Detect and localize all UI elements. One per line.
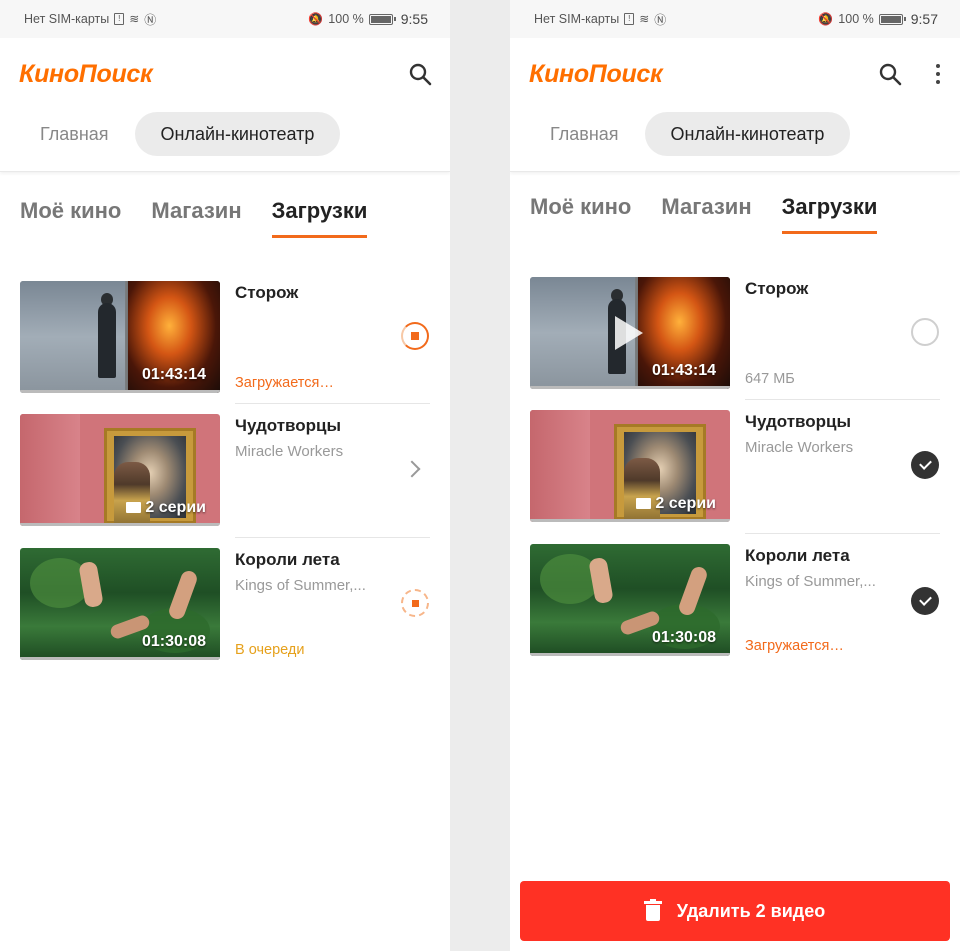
item-title: Сторож [235,283,299,302]
battery-percent: 100 % [328,12,364,26]
main-nav: Главная Онлайн-кинотеатр [20,112,341,156]
item-status: Загружается… [235,375,334,391]
select-checkbox[interactable] [910,586,940,616]
checked-circle-icon [911,587,939,615]
nav-online-cinema[interactable]: Онлайн-кинотеатр [644,112,851,156]
tab-store[interactable]: Магазин [661,194,751,234]
open-series-button[interactable] [400,454,430,484]
item-title: Чудотворцы [745,412,852,431]
item-status: В очереди [235,642,305,658]
tab-my-movies[interactable]: Моё кино [20,198,121,238]
section-tabs: Моё кино Магазин Загрузки [530,194,877,234]
search-icon [409,63,432,86]
trash-icon [643,899,662,921]
divider [235,403,430,404]
app-header: КиноПоиск Главная Онлайн-кинотеатр [0,38,450,172]
battery-icon [368,13,396,25]
duration-label: 01:43:14 [141,366,206,383]
delete-videos-button[interactable]: Удалить 2 видео [520,881,950,941]
divider [745,533,940,534]
app-logo[interactable]: КиноПоиск [529,60,663,89]
episodes-label: 2 серии [636,495,716,513]
item-title: Короли лета [745,546,850,565]
main-nav: Главная Онлайн-кинотеатр [530,112,851,156]
status-bar: Нет SIM-карты ! ≋ Ⓝ 🔕 100 % 9:57 [510,0,960,38]
download-progress-button[interactable] [400,321,430,351]
tab-downloads[interactable]: Загрузки [271,198,367,238]
wifi-icon: ≋ [129,12,140,26]
thumbnail[interactable]: 01:30:08 [20,548,220,660]
tab-my-movies[interactable]: Моё кино [530,194,631,234]
app-logo[interactable]: КиноПоиск [19,60,153,89]
mute-icon: 🔕 [308,12,324,26]
select-checkbox[interactable] [910,317,940,347]
list-item[interactable]: 01:30:08 Короли лета Kings of Summer,...… [530,544,940,656]
status-bar: Нет SIM-карты ! ≋ Ⓝ 🔕 100 % 9:55 [0,0,450,38]
battery-percent: 100 % [838,12,874,26]
carrier-label: Нет SIM-карты [534,12,620,26]
list-item[interactable]: 01:43:14 Сторож 647 МБ [530,277,940,389]
item-title: Короли лета [235,550,340,569]
folder-icon [126,502,142,513]
checked-circle-icon [911,451,939,479]
thumbnail[interactable]: 01:43:14 [20,281,220,393]
divider [745,399,940,400]
list-item[interactable]: 01:43:14 Сторож Загружается… [20,281,430,393]
sim-icon: ! [624,13,635,25]
nav-online-cinema[interactable]: Онлайн-кинотеатр [134,112,341,156]
tab-store[interactable]: Магазин [151,198,241,238]
duration-label: 01:30:08 [651,629,716,646]
list-item[interactable]: 01:30:08 Короли лета Kings of Summer,...… [20,548,430,660]
list-item[interactable]: 2 серии Чудотворцы Miracle Workers [530,410,940,522]
select-checkbox[interactable] [910,450,940,480]
carrier-label: Нет SIM-карты [24,12,110,26]
search-icon [879,63,902,86]
screen-downloads-select: Нет SIM-карты ! ≋ Ⓝ 🔕 100 % 9:57 КиноПои… [510,0,960,951]
nfc-icon: Ⓝ [144,12,157,27]
item-status: Загружается… [745,638,844,654]
divider [235,537,430,538]
more-menu-button[interactable] [930,58,946,90]
wifi-icon: ≋ [639,12,650,26]
queued-button[interactable] [400,588,430,618]
thumbnail[interactable]: 2 серии [20,414,220,526]
unchecked-circle-icon [911,318,939,346]
delete-button-label: Удалить 2 видео [676,900,826,921]
thumbnail[interactable]: 01:30:08 [530,544,730,656]
list-item[interactable]: 2 серии Чудотворцы Miracle Workers [20,414,430,526]
nfc-icon: Ⓝ [654,12,667,27]
app-header: КиноПоиск Главная Онлайн-кинотеатр [510,38,960,172]
downloading-icon [401,322,429,350]
sim-icon: ! [114,13,125,25]
queued-icon [401,589,429,617]
duration-label: 01:43:14 [651,362,716,379]
tab-downloads[interactable]: Загрузки [781,194,877,234]
play-icon[interactable] [615,316,643,350]
duration-label: 01:30:08 [141,633,206,650]
chevron-right-icon [403,460,421,478]
battery-icon [878,13,906,25]
episodes-label: 2 серии [126,499,206,517]
screen-downloads: Нет SIM-карты ! ≋ Ⓝ 🔕 100 % 9:55 КиноПои… [0,0,450,951]
nav-main[interactable]: Главная [530,112,639,156]
item-title: Чудотворцы [235,416,342,435]
search-button[interactable] [874,58,906,90]
thumbnail[interactable]: 01:43:14 [530,277,730,389]
clock: 9:57 [910,11,938,27]
clock: 9:55 [400,11,428,27]
thumbnail[interactable]: 2 серии [530,410,730,522]
search-button[interactable] [404,58,436,90]
item-size: 647 МБ [745,371,795,387]
folder-icon [636,498,652,509]
item-title: Сторож [745,279,809,298]
mute-icon: 🔕 [818,12,834,26]
nav-main[interactable]: Главная [20,112,129,156]
more-vert-icon [936,64,940,68]
section-tabs: Моё кино Магазин Загрузки [20,198,367,238]
